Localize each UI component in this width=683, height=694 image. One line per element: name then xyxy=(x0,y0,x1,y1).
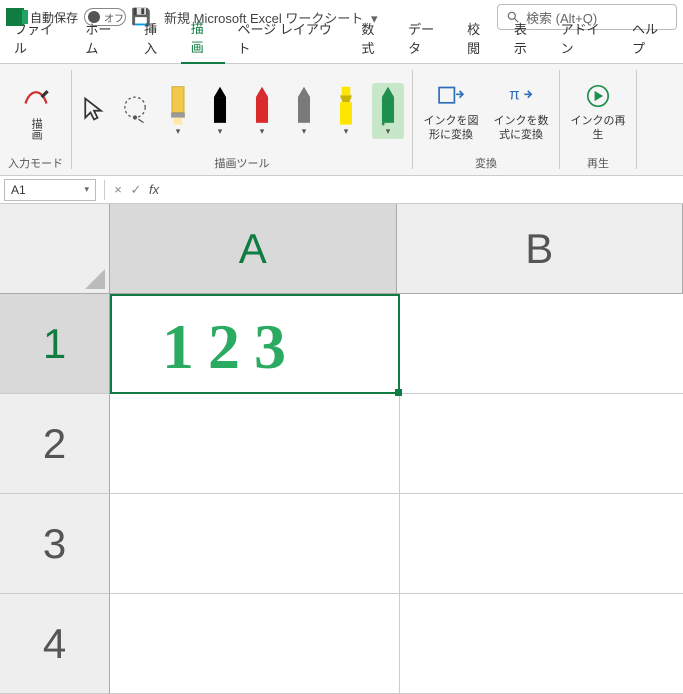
column-header-a[interactable]: A xyxy=(110,204,397,294)
eraser-tool[interactable]: ▾ xyxy=(162,83,194,139)
ink-handwriting: 123 xyxy=(162,310,300,384)
chevron-down-icon: ▾ xyxy=(84,184,89,195)
cell-a4[interactable] xyxy=(110,594,400,694)
ink-to-math-label: インクを数式に変換 xyxy=(491,115,551,141)
svg-text:π: π xyxy=(509,87,520,104)
tab-page-layout[interactable]: ページ レイアウト xyxy=(227,13,349,63)
highlighter-yellow[interactable]: ▾ xyxy=(330,83,362,139)
pen-red[interactable]: ▾ xyxy=(246,83,278,139)
ink-to-shape-icon xyxy=(434,79,468,113)
name-box-value: A1 xyxy=(11,183,26,197)
pen-gray[interactable]: ▾ xyxy=(288,83,320,139)
cell-a3[interactable] xyxy=(110,494,400,594)
group-label-replay: 再生 xyxy=(587,153,609,173)
ribbon: 描画 入力モード ▾ ▾ ▾ xyxy=(0,64,683,176)
tab-formulas[interactable]: 数式 xyxy=(351,13,396,63)
select-cursor-button[interactable] xyxy=(80,95,108,126)
group-label-input-mode: 入力モード xyxy=(8,153,63,173)
draw-mode-label: 描画 xyxy=(29,118,42,140)
row-header-4[interactable]: 4 xyxy=(0,594,110,694)
separator xyxy=(636,70,637,169)
row-header-3[interactable]: 3 xyxy=(0,494,110,594)
row-headers: 1 2 3 4 xyxy=(0,294,110,694)
autosave-knob xyxy=(88,11,100,23)
chevron-down-icon: ▾ xyxy=(344,126,349,137)
group-label-draw-tools: 描画ツール xyxy=(215,153,270,173)
cancel-button[interactable]: × xyxy=(109,182,127,197)
ink-to-shape-label: インクを図形に変換 xyxy=(421,115,481,141)
chevron-down-icon: ▾ xyxy=(176,126,181,137)
row-header-2[interactable]: 2 xyxy=(0,394,110,494)
lasso-select-button[interactable] xyxy=(118,92,152,129)
excel-icon xyxy=(6,8,24,26)
autosave-state: オフ xyxy=(104,10,124,25)
group-draw-tools: ▾ ▾ ▾ ▾ ▾ ✦ ▾ 描画ツール xyxy=(72,64,412,175)
formula-bar: A1 ▾ × ✓ fx xyxy=(0,176,683,204)
select-all-corner[interactable] xyxy=(0,204,110,294)
tab-insert[interactable]: 挿入 xyxy=(134,13,179,63)
ink-to-shape-button[interactable]: インクを図形に変換 xyxy=(421,79,481,141)
pen-ink-icon xyxy=(21,81,51,114)
pen-green-active[interactable]: ✦ ▾ xyxy=(372,83,404,139)
group-input-mode: 描画 入力モード xyxy=(0,64,71,175)
row-header-1[interactable]: 1 xyxy=(0,294,110,394)
chevron-down-icon: ▾ xyxy=(218,126,223,137)
group-label-convert: 変換 xyxy=(475,153,497,173)
name-box[interactable]: A1 ▾ xyxy=(4,179,96,201)
ink-replay-button[interactable]: インクの再生 xyxy=(568,79,628,141)
cell-b4[interactable] xyxy=(400,594,683,694)
chevron-down-icon: ▾ xyxy=(302,126,307,137)
ribbon-tabs: ファイル ホーム 挿入 描画 ページ レイアウト 数式 データ 校閲 表示 アド… xyxy=(0,34,683,64)
separator xyxy=(104,180,105,200)
tab-draw[interactable]: 描画 xyxy=(181,12,226,64)
cell-b2[interactable] xyxy=(400,394,683,494)
formula-input[interactable] xyxy=(163,179,683,201)
column-header-b[interactable]: B xyxy=(397,204,683,294)
cell-b1[interactable] xyxy=(400,294,683,394)
ink-replay-label: インクの再生 xyxy=(568,115,628,141)
cell-a1[interactable]: 123 xyxy=(110,294,400,394)
group-replay: インクの再生 再生 xyxy=(560,64,636,175)
chevron-down-icon: ▾ xyxy=(260,126,265,137)
cell-b3[interactable] xyxy=(400,494,683,594)
fx-icon[interactable]: fx xyxy=(149,182,159,197)
group-convert: インクを図形に変換 π インクを数式に変換 変換 xyxy=(413,64,559,175)
ink-to-math-icon: π xyxy=(504,79,538,113)
confirm-button[interactable]: ✓ xyxy=(127,182,145,198)
autosave-toggle[interactable]: オフ xyxy=(84,8,126,26)
replay-icon xyxy=(581,79,615,113)
chevron-down-icon: ▾ xyxy=(386,126,391,137)
tab-help[interactable]: ヘルプ xyxy=(622,13,679,63)
column-headers: A B xyxy=(110,204,683,294)
tab-addins[interactable]: アドイン xyxy=(551,13,620,63)
tab-review[interactable]: 校閲 xyxy=(457,13,502,63)
tab-data[interactable]: データ xyxy=(398,13,455,63)
cell-a2[interactable] xyxy=(110,394,400,494)
worksheet-grid: A B 1 2 3 4 123 xyxy=(0,204,683,684)
ink-to-math-button[interactable]: π インクを数式に変換 xyxy=(491,79,551,141)
pen-black[interactable]: ▾ xyxy=(204,83,236,139)
tab-view[interactable]: 表示 xyxy=(504,13,549,63)
draw-mode-button[interactable]: 描画 xyxy=(15,77,57,144)
